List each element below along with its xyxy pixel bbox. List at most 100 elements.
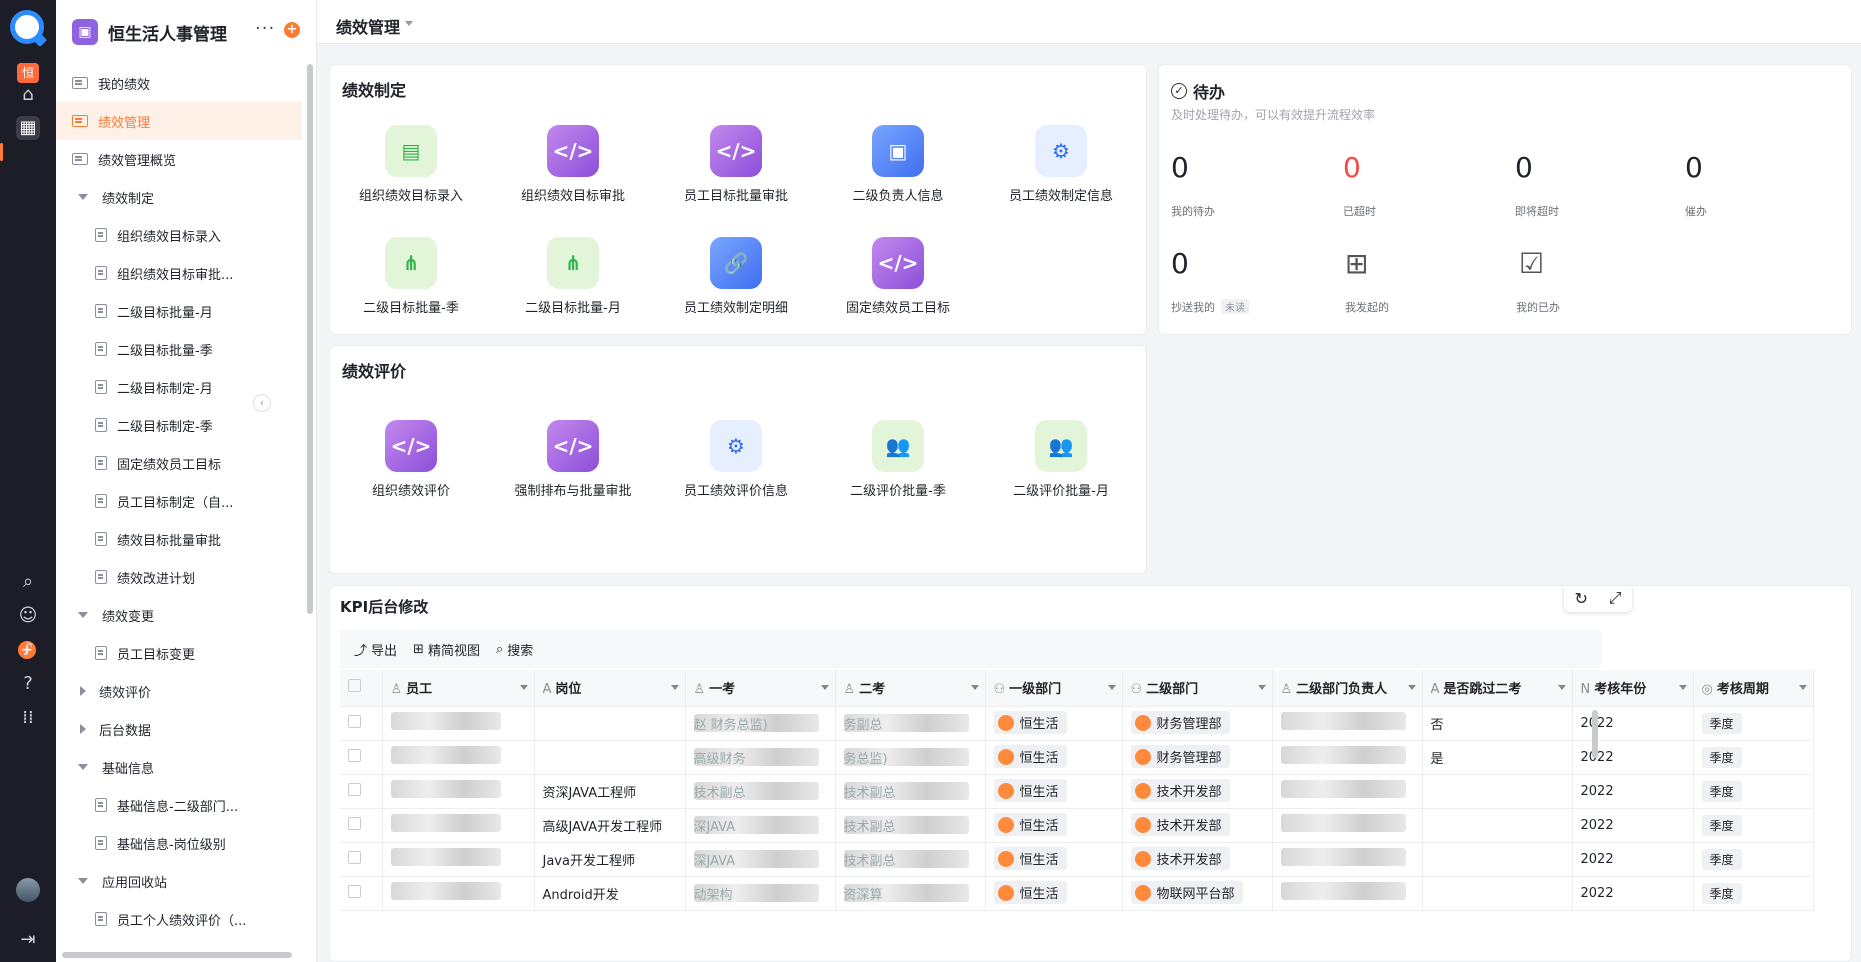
post-cell[interactable]: Java开发工程师 [534,842,686,877]
chevron-down-icon[interactable] [1798,685,1807,690]
workspace-badge[interactable]: 恒 [17,63,39,83]
shortcut-tile[interactable]: </> 固定绩效员工目标 [830,237,966,316]
sidebar-item[interactable]: 基础信息-岗位级别 [56,824,302,862]
search-icon[interactable]: ⌕ [16,570,40,594]
home-icon[interactable]: ⌂ [16,83,40,107]
fullscreen-icon[interactable]: ⤢ [1609,588,1622,608]
todo-label[interactable]: 催办 [1685,203,1707,219]
year-cell[interactable]: 2022 [1572,876,1694,911]
chevron-down-icon[interactable] [1257,685,1266,690]
done-label[interactable]: 我的已办 [1516,299,1560,315]
sidebar-horizontal-scrollbar[interactable] [62,952,292,958]
dept1-cell[interactable]: 恒生活 [985,740,1123,775]
sidebar-item[interactable]: 员工目标变更 [56,634,302,672]
todo-count[interactable]: 0 [1515,151,1533,184]
sidebar-item[interactable]: 绩效改进计划 [56,558,302,596]
year-cell[interactable]: 2022 [1572,808,1694,843]
column-header[interactable]: ♙ 二级部门负责人 [1272,670,1423,707]
year-cell[interactable]: 2022 [1572,740,1694,775]
todo-label[interactable]: 已超时 [1343,203,1376,219]
first-reviewer-cell[interactable]: 技术副总 [685,774,836,809]
more-icon[interactable]: ··· [255,18,275,39]
period-cell[interactable]: 季度 [1693,706,1814,741]
shortcut-tile[interactable]: ⋔ 二级目标批量-季 [343,237,479,316]
employee-cell[interactable] [382,808,535,843]
sidebar-item[interactable]: 组织绩效目标审批... [56,254,302,292]
todo-label[interactable]: 我的待办 [1171,203,1215,219]
table-row[interactable]: Android开发 动架构 资深算 恒生活 物联网平台部 2022 季度 [340,876,1814,911]
column-header[interactable]: ◎ 考核周期 [1693,670,1814,707]
collapse-icon[interactable]: ⇥ [16,928,40,952]
add-icon[interactable]: + [284,22,300,38]
sidebar-item[interactable]: 我的绩效 [56,64,302,102]
second-reviewer-cell[interactable]: 务总监) [835,740,986,775]
shortcut-tile[interactable]: ▣ 二级负责人信息 [830,125,966,204]
second-reviewer-cell[interactable]: 技术副总 [835,808,986,843]
sidebar-item[interactable]: 后台数据 [56,710,302,748]
year-cell[interactable]: 2022 [1572,706,1694,741]
row-checkbox[interactable] [348,782,361,796]
table-row[interactable]: 资深JAVA工程师 技术副总 技术副总 恒生活 技术开发部 2022 季度 [340,774,1814,809]
first-reviewer-cell[interactable]: 动架构 [685,876,836,911]
dept1-cell[interactable]: 恒生活 [985,706,1123,741]
column-header[interactable]: A 是否跳过二考 [1422,670,1573,707]
period-cell[interactable]: 季度 [1693,740,1814,775]
shortcut-tile[interactable]: </> 强制排布与批量审批 [505,420,641,499]
post-cell[interactable]: Android开发 [534,876,686,911]
app-logo[interactable] [10,10,44,44]
chevron-down-icon[interactable] [670,685,679,690]
dept2-cell[interactable]: 物联网平台部 [1122,876,1273,911]
sidebar-item[interactable]: 员工目标制定（自... [56,482,302,520]
calendar-check-icon[interactable]: ☑ [1519,247,1544,280]
chevron-left-icon[interactable]: ‹ [253,394,271,412]
dept2-head-cell[interactable] [1272,706,1423,741]
chevron-down-icon[interactable] [970,685,979,690]
employee-cell[interactable] [382,706,535,741]
dept2-cell[interactable]: 财务管理部 [1122,706,1273,741]
dept2-head-cell[interactable] [1272,808,1423,843]
period-cell[interactable]: 季度 [1693,842,1814,877]
dept1-cell[interactable]: 恒生活 [985,808,1123,843]
search-button[interactable]: ⌕ 搜索 [496,640,533,659]
page-title[interactable]: 绩效管理 [336,14,400,38]
second-reviewer-cell[interactable]: 技术副总 [835,842,986,877]
todo-count[interactable]: 0 [1171,151,1189,184]
dept2-head-cell[interactable] [1272,876,1423,911]
todo-count[interactable]: 0 [1171,247,1189,280]
chevron-down-icon[interactable] [1107,685,1116,690]
chevron-down-icon[interactable] [1557,685,1566,690]
dept2-cell[interactable]: 技术开发部 [1122,774,1273,809]
period-cell[interactable]: 季度 [1693,876,1814,911]
chevron-down-icon[interactable] [405,21,413,26]
employee-cell[interactable] [382,774,535,809]
sidebar-item[interactable]: 员工个人绩效评价（... [56,900,302,938]
sidebar-item[interactable]: 绩效目标批量审批 [56,520,302,558]
sidebar-item[interactable]: 二级目标批量-月 [56,292,302,330]
dept2-cell[interactable]: 财务管理部 [1122,740,1273,775]
skip-cell[interactable]: 是 [1422,740,1573,775]
dept2-head-cell[interactable] [1272,740,1423,775]
table-row[interactable]: Java开发工程师 深JAVA 技术副总 恒生活 技术开发部 2022 季度 [340,842,1814,877]
grid-icon[interactable]: ⁞⁞ [16,706,40,730]
sidebar-item[interactable]: 基础信息 [56,748,302,786]
skip-cell[interactable] [1422,808,1573,843]
shortcut-tile[interactable]: 👥 二级评价批量-季 [830,420,966,499]
sidebar-item[interactable]: 二级目标制定-季 [56,406,302,444]
shortcut-tile[interactable]: </> 组织绩效评价 [343,420,479,499]
post-cell[interactable] [534,740,686,775]
sidebar-item[interactable]: 应用回收站 [56,862,302,900]
chevron-down-icon[interactable] [1407,685,1416,690]
shortcut-tile[interactable]: </> 员工目标批量审批 [668,125,804,204]
refresh-icon[interactable]: ↻ [1574,589,1587,608]
column-header[interactable]: ⚇ 二级部门 [1122,670,1273,707]
todo-count[interactable]: 0 [1343,151,1361,184]
sidebar-item[interactable]: 二级目标批量-季 [56,330,302,368]
second-reviewer-cell[interactable]: 务副总 [835,706,986,741]
dept2-cell[interactable]: 技术开发部 [1122,842,1273,877]
column-header[interactable]: ⚇ 一级部门 [985,670,1123,707]
sidebar-item[interactable]: 绩效变更 [56,596,302,634]
column-header[interactable]: ♙ 员工 [382,670,535,707]
dept1-cell[interactable]: 恒生活 [985,876,1123,911]
employee-cell[interactable] [382,740,535,775]
period-cell[interactable]: 季度 [1693,774,1814,809]
